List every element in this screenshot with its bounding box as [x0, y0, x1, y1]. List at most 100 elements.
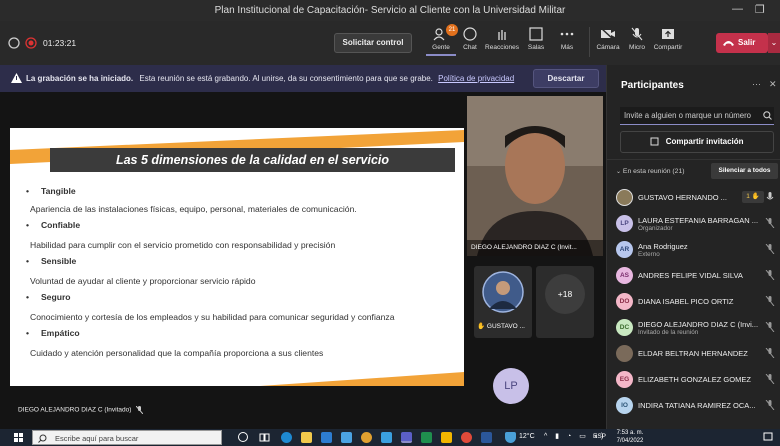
- taskbar-search-box[interactable]: Escribe aquí para buscar: [32, 430, 222, 445]
- maximize-button[interactable]: ❐: [755, 3, 765, 16]
- camera-button[interactable]: Cámara: [593, 27, 623, 51]
- phone-hangup-icon: [723, 41, 734, 46]
- participant-name: ELIZABETH GONZALEZ GOMEZ: [638, 375, 751, 384]
- reactions-label: Reacciones: [485, 44, 519, 51]
- participant-row[interactable]: EG ELIZABETH GONZALEZ GOMEZ: [607, 367, 780, 393]
- mic-muted-icon: [765, 400, 775, 410]
- participant-role: Externo: [638, 251, 660, 258]
- share-label: Compartir: [653, 44, 683, 51]
- slide-item-desc: Voluntad de ayudar al cliente y proporci…: [30, 276, 256, 286]
- raised-hand-badge: 1 ✋: [742, 191, 764, 203]
- slide-item-heading: • Empático: [26, 328, 80, 338]
- more-participants-tile[interactable]: +18: [536, 266, 594, 338]
- participant-row[interactable]: IO INDIRA TATIANA RAMIREZ OCA...: [607, 393, 780, 419]
- word-icon[interactable]: [481, 432, 492, 443]
- taskbar-clock[interactable]: 7:53 a. m. 7/04/2022: [612, 430, 648, 445]
- participant-video: [467, 96, 603, 256]
- participant-name: INDIRA TATIANA RAMIREZ OCA...: [638, 401, 756, 410]
- warning-icon: [11, 73, 22, 83]
- more-button[interactable]: Más: [552, 27, 582, 51]
- participant-avatar: [616, 345, 633, 362]
- thumbnail-video-tile[interactable]: ✋ GUSTAVO ...: [474, 266, 532, 338]
- panel-close-icon[interactable]: ✕: [769, 79, 777, 90]
- panel-more-icon[interactable]: ···: [752, 79, 761, 89]
- participant-row[interactable]: DO DIANA ISABEL PICO ORTIZ: [607, 289, 780, 315]
- window-title: Plan Institucional de Capacitación- Serv…: [214, 5, 566, 16]
- shield-icon[interactable]: [8, 37, 20, 49]
- more-participants-count: +18: [545, 274, 585, 314]
- edge-icon[interactable]: [281, 432, 292, 443]
- request-control-button[interactable]: Solicitar control: [334, 33, 412, 53]
- slide-header-area: Las 5 dimensiones de la calidad en el se…: [10, 128, 464, 178]
- participant-name: GUSTAVO HERNANDO ...: [638, 193, 727, 202]
- recording-icon: [25, 37, 37, 49]
- slide-item-heading: • Seguro: [26, 292, 71, 302]
- rooms-button[interactable]: Salas: [521, 27, 551, 51]
- participant-role: Organizador: [638, 225, 673, 232]
- app-icon[interactable]: [461, 432, 472, 443]
- main-video-name: DIEGO ALEJANDRO DIAZ C (Invit...: [467, 240, 603, 256]
- slide-item-desc: Conocimiento y cortesía de los empleados…: [30, 312, 395, 322]
- notifications-icon[interactable]: [763, 432, 773, 442]
- weather-icon[interactable]: [505, 432, 516, 443]
- participants-panel: Participantes ··· ✕ Invite a alguien o m…: [606, 65, 780, 429]
- banner-text: Esta reunión se está grabando. Al unirse…: [139, 74, 433, 83]
- cortana-icon[interactable]: [238, 432, 248, 442]
- clock-date: 7/04/2022: [616, 437, 644, 444]
- camera-off-icon: [600, 27, 615, 41]
- mic-muted-icon: [135, 405, 144, 415]
- teams-icon[interactable]: [401, 432, 412, 443]
- chat-button[interactable]: Chat: [455, 27, 485, 51]
- panel-divider: [607, 159, 780, 160]
- leave-options-chevron-icon[interactable]: ⌄: [768, 33, 780, 53]
- participant-row[interactable]: AR Ana Rodriguez Externo: [607, 237, 780, 263]
- task-view-icon[interactable]: [259, 432, 270, 443]
- mute-all-button[interactable]: Silenciar a todos: [711, 163, 778, 179]
- share-button[interactable]: Compartir: [651, 27, 685, 51]
- mic-muted-icon: [765, 270, 775, 280]
- in-meeting-label[interactable]: ⌄ En esta reunión (21): [616, 168, 685, 175]
- participant-name: Ana Rodriguez: [638, 242, 688, 251]
- participant-name: ELDAR BELTRAN HERNANDEZ: [638, 349, 748, 358]
- mic-muted-icon: [765, 296, 775, 306]
- mic-muted-icon: [765, 218, 775, 228]
- banner-title: La grabación se ha iniciado.: [26, 74, 134, 83]
- app-icon[interactable]: [441, 432, 452, 443]
- windows-start-icon[interactable]: [14, 433, 23, 442]
- meeting-timer: 01:23:21: [43, 38, 77, 48]
- mic-muted-icon: [765, 322, 775, 332]
- store-icon[interactable]: [321, 432, 332, 443]
- invite-input[interactable]: Invite a alguien o marque un número: [620, 107, 774, 125]
- chevron-down-icon: ⌄: [616, 169, 622, 175]
- participant-avatar-photo: [482, 271, 524, 313]
- mic-muted-icon: [765, 348, 775, 358]
- minimize-button[interactable]: —: [732, 3, 743, 15]
- mail-icon[interactable]: [341, 432, 352, 443]
- toolbar-divider: [589, 27, 590, 57]
- participant-row[interactable]: GUSTAVO HERNANDO ... 1 ✋: [607, 185, 780, 211]
- excel-icon[interactable]: [421, 432, 432, 443]
- chat-label: Chat: [463, 44, 477, 51]
- participant-row[interactable]: ELDAR BELTRAN HERNANDEZ: [607, 341, 780, 367]
- participant-row[interactable]: LP LAURA ESTEFANIA BARRAGAN ... Organiza…: [607, 211, 780, 237]
- mic-button[interactable]: Micro: [622, 27, 652, 51]
- presenter-label: DIEGO ALEJANDRO DIAZ C (Invitado): [18, 405, 144, 415]
- privacy-policy-link[interactable]: Política de privacidad: [438, 74, 514, 83]
- chrome-icon[interactable]: [361, 432, 372, 443]
- dismiss-button[interactable]: Descartar: [533, 69, 599, 88]
- app-icon[interactable]: [381, 432, 392, 443]
- file-explorer-icon[interactable]: [301, 432, 312, 443]
- participant-avatar: DC: [616, 319, 633, 336]
- reactions-button[interactable]: Reacciones: [484, 27, 520, 51]
- participant-avatar: AR: [616, 241, 633, 258]
- main-video-tile[interactable]: DIEGO ALEJANDRO DIAZ C (Invit...: [467, 96, 603, 256]
- participant-avatar: DO: [616, 293, 633, 310]
- keyboard-language[interactable]: ESP: [593, 433, 606, 440]
- participant-row[interactable]: DC DIEGO ALEJANDRO DIAZ C (Invi... Invit…: [607, 315, 780, 341]
- rooms-icon: [529, 27, 543, 41]
- mic-muted-icon: [765, 374, 775, 384]
- leave-button[interactable]: Salir: [716, 33, 768, 53]
- more-icon: [560, 32, 574, 36]
- participant-row[interactable]: AS ANDRES FELIPE VIDAL SILVA: [607, 263, 780, 289]
- share-invite-button[interactable]: Compartir invitación: [620, 131, 774, 153]
